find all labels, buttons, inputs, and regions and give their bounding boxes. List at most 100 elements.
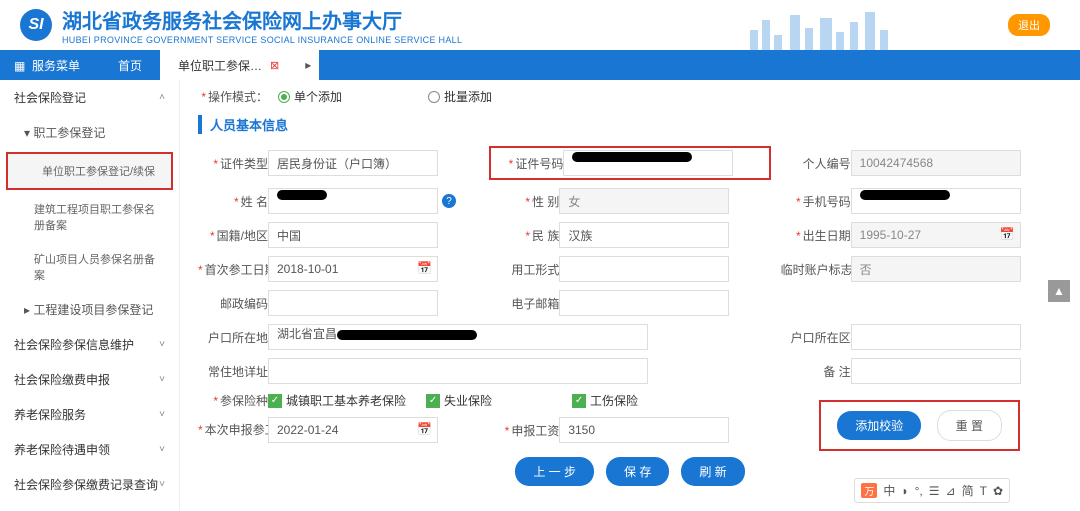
person-no-input <box>851 150 1021 176</box>
checkbox-checked-icon <box>426 394 440 408</box>
radio-batch-add[interactable]: 批量添加 <box>428 88 492 105</box>
ime-moon-icon[interactable]: ◗ <box>901 484 908 498</box>
calendar-icon[interactable]: 📅 <box>417 261 432 275</box>
help-icon[interactable]: ? <box>442 194 456 208</box>
declare-salary-label: 申报工资 <box>511 424 559 438</box>
mobile-input[interactable] <box>851 188 1021 214</box>
logo-icon: SI <box>20 9 52 41</box>
temp-account-select[interactable] <box>851 256 1021 282</box>
house-loc-label: 户口所在地 <box>198 329 268 346</box>
chevron-up-icon: ˄ <box>159 92 165 103</box>
form-panel: *操作模式： 单个添加 批量添加 人员基本信息 *证件类型 *证件号码 个人编号… <box>180 80 1080 511</box>
site-title-en: HUBEI PROVINCE GOVERNMENT SERVICE SOCIAL… <box>62 35 462 45</box>
radio-single-add[interactable]: 单个添加 <box>278 88 342 105</box>
radio-checked-icon <box>278 91 290 103</box>
grid-icon: ▦ <box>14 59 26 71</box>
employ-type-select[interactable] <box>559 256 729 282</box>
sidebar-item-mine-roster[interactable]: 矿山项目人员参保名册备案 <box>0 242 179 292</box>
ime-simplified[interactable]: 简 <box>962 482 974 499</box>
top-nav: ▦ 服务菜单 首页 单位职工参保… ⊠ ▸ <box>0 50 1080 80</box>
chk-injury[interactable]: 工伤保险 <box>572 392 638 409</box>
add-validate-button[interactable]: 添加校验 <box>837 411 921 440</box>
sidebar-item-payment-query[interactable]: 社会保险参保缴费记录查询˅ <box>0 467 179 502</box>
ins-type-label: 参保险种 <box>220 394 268 408</box>
chevron-down-icon: ˅ <box>159 479 165 490</box>
ime-toolbar[interactable]: 万 中 ◗ °, ☰ ⊿ 简 T ✿ <box>854 478 1010 503</box>
name-input[interactable] <box>268 188 438 214</box>
redacted-value <box>337 330 477 340</box>
site-title-cn: 湖北省政务服务社会保险网上办事大厅 <box>62 5 462 34</box>
refresh-button[interactable]: 刷 新 <box>681 457 744 486</box>
chk-unemployment[interactable]: 失业保险 <box>426 392 492 409</box>
sidebar-item-construction-roster[interactable]: 建筑工程项目职工参保名册备案 <box>0 192 179 242</box>
calendar-icon[interactable]: 📅 <box>417 422 432 436</box>
tab-home[interactable]: 首页 <box>100 50 160 80</box>
tab-label: 单位职工参保… <box>178 57 262 74</box>
ime-logo-icon: 万 <box>861 483 877 498</box>
sidebar-item-info-maintain[interactable]: 社会保险参保信息维护˅ <box>0 327 179 362</box>
declare-salary-input[interactable] <box>559 417 729 443</box>
sidebar-item-pension-service[interactable]: 养老保险服务˅ <box>0 397 179 432</box>
service-menu-button[interactable]: ▦ 服务菜单 <box>0 57 94 74</box>
exit-button[interactable]: 退出 <box>1008 14 1050 36</box>
ime-person-icon[interactable]: ⊿ <box>946 484 956 498</box>
cert-type-label: 证件类型 <box>220 157 268 171</box>
sidebar-item-social-register[interactable]: 社会保险登记˄ <box>0 80 179 115</box>
house-area-select[interactable] <box>851 324 1021 350</box>
gender-select[interactable] <box>559 188 729 214</box>
ime-keyboard-icon[interactable]: ☰ <box>929 484 940 498</box>
tab-scroll-right[interactable]: ▸ <box>297 50 319 80</box>
radio-unchecked-icon <box>428 91 440 103</box>
sidebar-item-pension-claim[interactable]: 养老保险待遇申领˅ <box>0 432 179 467</box>
nation-select[interactable] <box>268 222 438 248</box>
redacted-value <box>572 152 692 162</box>
scroll-top-button[interactable]: ▲ <box>1048 280 1070 302</box>
mode-label: *操作模式： <box>198 88 268 105</box>
reset-button[interactable]: 重 置 <box>937 410 1002 441</box>
ime-lang[interactable]: 中 <box>883 482 895 499</box>
cert-no-label: 证件号码 <box>515 157 563 171</box>
chevron-down-icon: ˅ <box>159 444 165 455</box>
first-date-label: 首次参工日期 <box>205 263 277 277</box>
save-button[interactable]: 保 存 <box>606 457 669 486</box>
sidebar-item-unit-employee-register[interactable]: 单位职工参保登记/续保 <box>8 154 171 188</box>
chevron-down-icon: ˅ <box>159 374 165 385</box>
house-area-label: 户口所在区 <box>781 329 851 346</box>
ethnic-select[interactable] <box>559 222 729 248</box>
service-menu-label: 服务菜单 <box>32 57 80 74</box>
mobile-label: 手机号码 <box>803 195 851 209</box>
page-header: SI 湖北省政务服务社会保险网上办事大厅 HUBEI PROVINCE GOVE… <box>0 0 1080 50</box>
checkbox-checked-icon <box>572 394 586 408</box>
sidebar-item-payment-declare[interactable]: 社会保险缴费申报˅ <box>0 362 179 397</box>
declare-date-input[interactable] <box>268 417 438 443</box>
first-date-input[interactable] <box>268 256 438 282</box>
addr-label: 常住地详址 <box>198 363 268 380</box>
action-highlight-box: 添加校验 重 置 <box>819 400 1020 451</box>
sidebar-item-project-register[interactable]: ▸ 工程建设项目参保登记 <box>0 292 179 327</box>
calendar-icon[interactable]: 📅 <box>1000 227 1015 241</box>
birth-label: 出生日期 <box>803 229 851 243</box>
prev-button[interactable]: 上 一 步 <box>515 457 594 486</box>
checkbox-checked-icon <box>268 394 282 408</box>
ime-skin-icon[interactable]: T <box>980 484 987 498</box>
birth-date-input[interactable] <box>851 222 1021 248</box>
house-loc-input[interactable]: 湖北省宜昌 <box>268 324 648 350</box>
email-input[interactable] <box>559 290 729 316</box>
nation-label: 国籍/地区 <box>217 229 268 243</box>
cert-no-input[interactable] <box>563 150 733 176</box>
sidebar-item-employee-register[interactable]: ▾ 职工参保登记 <box>0 115 179 150</box>
remark-input[interactable] <box>851 358 1021 384</box>
close-icon[interactable]: ⊠ <box>270 59 279 72</box>
redacted-value <box>860 190 950 200</box>
name-label: 姓 名 <box>241 195 268 209</box>
ime-settings-icon[interactable]: ✿ <box>993 484 1003 498</box>
addr-input[interactable] <box>268 358 648 384</box>
postcode-input[interactable] <box>268 290 438 316</box>
tab-employee-register[interactable]: 单位职工参保… ⊠ <box>160 50 297 80</box>
sidebar-item-transfer[interactable]: 社会保险关系转移接续˅ <box>0 502 179 511</box>
sidebar: 社会保险登记˄ ▾ 职工参保登记 单位职工参保登记/续保 建筑工程项目职工参保名… <box>0 80 180 511</box>
email-label: 电子邮箱 <box>489 295 559 312</box>
cert-type-select[interactable] <box>268 150 438 176</box>
ime-punct[interactable]: °, <box>915 484 923 498</box>
chk-pension[interactable]: 城镇职工基本养老保险 <box>268 392 406 409</box>
